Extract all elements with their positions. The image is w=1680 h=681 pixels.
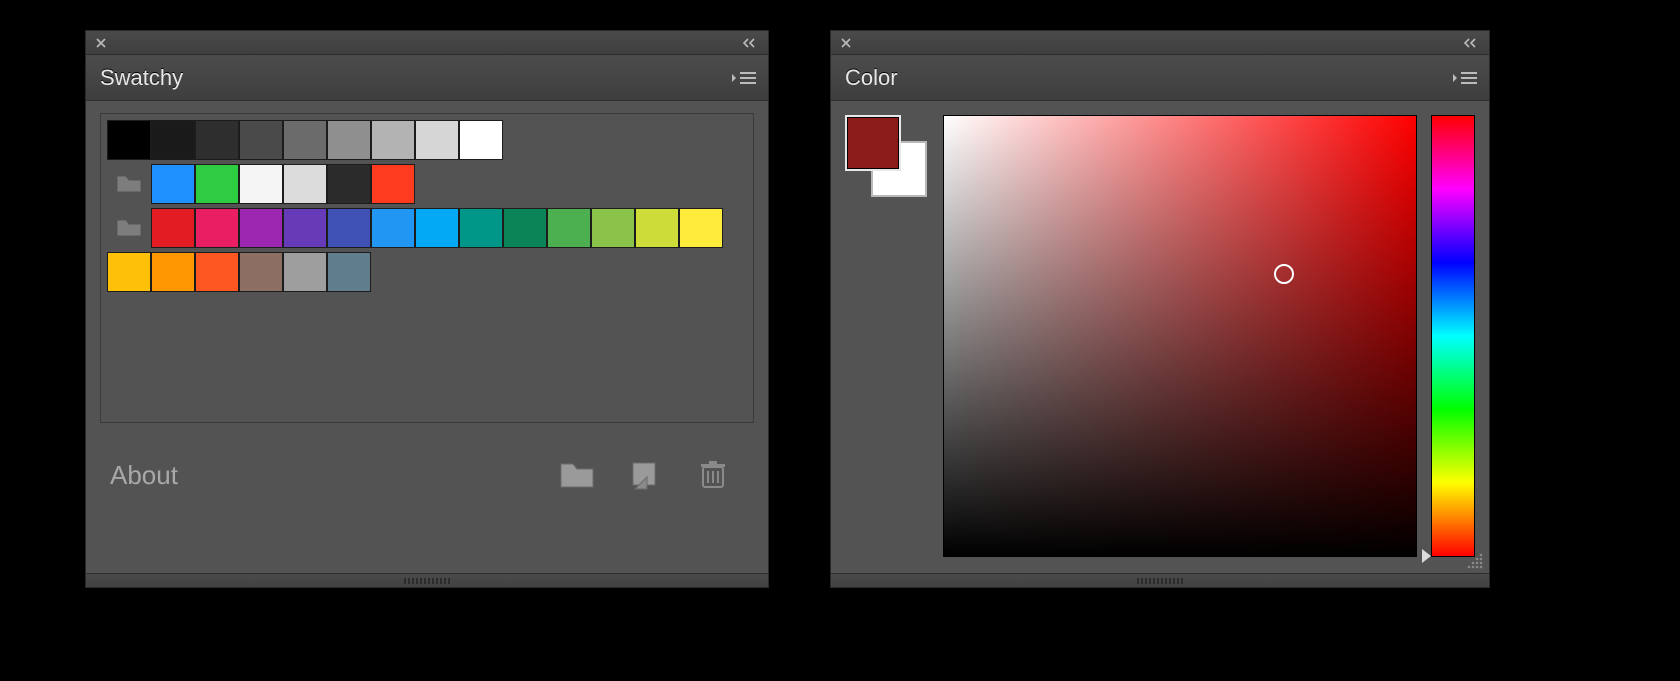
swatch[interactable] — [195, 164, 239, 204]
swatch[interactable] — [195, 208, 239, 248]
swatch[interactable] — [327, 120, 371, 160]
swatch[interactable] — [283, 208, 327, 248]
swatch[interactable] — [371, 208, 415, 248]
swatchy-footer: About — [100, 423, 754, 499]
swatch[interactable] — [591, 208, 635, 248]
swatch[interactable] — [459, 208, 503, 248]
collapse-icon[interactable] — [738, 34, 762, 52]
color-titlebar — [831, 31, 1489, 55]
swatch[interactable] — [503, 208, 547, 248]
swatch-grid — [100, 113, 754, 423]
swatch[interactable] — [327, 164, 371, 204]
close-icon[interactable] — [92, 34, 110, 52]
swatchy-tab-label[interactable]: Swatchy — [100, 65, 183, 91]
hue-slider[interactable] — [1431, 115, 1475, 557]
close-icon[interactable] — [837, 34, 855, 52]
swatch[interactable] — [371, 164, 415, 204]
saturation-value-field[interactable] — [943, 115, 1417, 557]
swatch[interactable] — [107, 120, 151, 160]
folder-icon[interactable] — [107, 164, 151, 204]
swatch[interactable] — [283, 120, 327, 160]
swatch[interactable] — [283, 164, 327, 204]
swatch[interactable] — [151, 164, 195, 204]
swatch[interactable] — [635, 208, 679, 248]
swatch[interactable] — [239, 164, 283, 204]
swatch-row — [107, 252, 747, 292]
resize-grip-bar[interactable] — [86, 573, 768, 587]
swatch[interactable] — [679, 208, 723, 248]
new-swatch-button[interactable] — [614, 451, 676, 499]
panel-menu-icon[interactable] — [730, 64, 758, 92]
swatch[interactable] — [459, 120, 503, 160]
swatch-row — [107, 120, 747, 160]
panel-menu-icon[interactable] — [1451, 64, 1479, 92]
swatch[interactable] — [151, 208, 195, 248]
swatch[interactable] — [547, 208, 591, 248]
foreground-color-swatch[interactable] — [845, 115, 901, 171]
trash-button[interactable] — [682, 451, 744, 499]
swatch[interactable] — [195, 252, 239, 292]
swatch[interactable] — [195, 120, 239, 160]
swatchy-body: About — [86, 101, 768, 513]
swatchy-titlebar — [86, 31, 768, 55]
collapse-icon[interactable] — [1459, 34, 1483, 52]
swatchy-panel: Swatchy About — [85, 30, 769, 588]
resize-grip-bar[interactable] — [831, 573, 1489, 587]
swatch[interactable] — [327, 252, 371, 292]
fg-bg-swatches — [845, 115, 929, 557]
color-tabbar: Color — [831, 55, 1489, 101]
color-tab-label[interactable]: Color — [845, 65, 898, 91]
swatch[interactable] — [371, 120, 415, 160]
swatch[interactable] — [239, 252, 283, 292]
about-link[interactable]: About — [110, 460, 178, 491]
swatch[interactable] — [327, 208, 371, 248]
hue-indicator-icon — [1422, 549, 1431, 563]
swatch[interactable] — [239, 208, 283, 248]
swatch-row — [107, 208, 747, 248]
folder-icon[interactable] — [107, 208, 151, 248]
swatch-row — [107, 164, 747, 204]
swatch[interactable] — [283, 252, 327, 292]
new-folder-button[interactable] — [546, 451, 608, 499]
swatch[interactable] — [415, 208, 459, 248]
color-panel: Color — [830, 30, 1490, 588]
resize-corner-icon[interactable] — [1465, 551, 1485, 571]
swatch[interactable] — [151, 120, 195, 160]
swatch[interactable] — [239, 120, 283, 160]
swatch[interactable] — [107, 252, 151, 292]
swatch[interactable] — [415, 120, 459, 160]
swatch[interactable] — [151, 252, 195, 292]
color-body — [831, 101, 1489, 571]
swatchy-tabbar: Swatchy — [86, 55, 768, 101]
